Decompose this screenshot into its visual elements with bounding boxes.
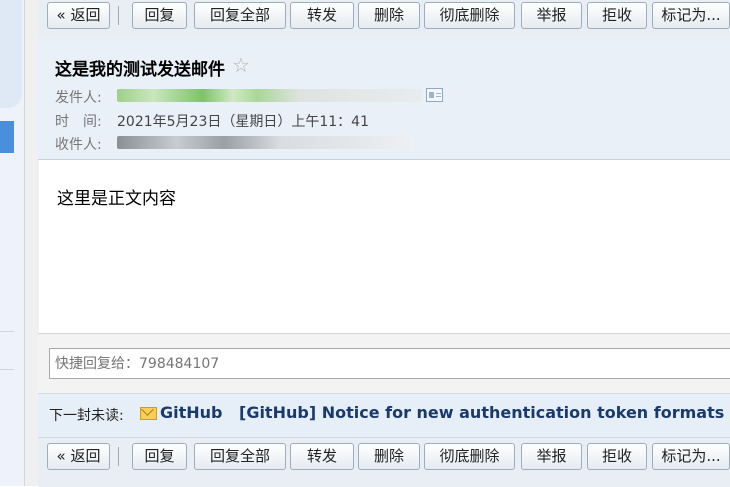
contact-card-icon[interactable] <box>426 88 443 102</box>
next-unread-label: 下一封未读: <box>49 408 124 424</box>
mail-subject: 这是我的测试发送邮件 <box>55 60 225 80</box>
sidebar-active-item[interactable] <box>0 121 14 153</box>
sidebar <box>0 0 24 486</box>
next-unread-bar: 下一封未读: GitHub [GitHub] Notice for new au… <box>38 393 730 438</box>
forward-button[interactable]: 转发 <box>290 2 354 29</box>
toolbar-separator <box>118 447 119 466</box>
reply-all-button[interactable]: 回复全部 <box>194 443 286 470</box>
mark-as-button[interactable]: 标记为... <box>652 443 730 470</box>
delete-button[interactable]: 删除 <box>358 443 420 470</box>
bottom-toolbar: « 返回 回复 回复全部 转发 删除 彻底删除 举报 拒收 标记为... <box>38 437 730 487</box>
back-button[interactable]: « 返回 <box>47 2 110 29</box>
recipient-address[interactable] <box>117 136 414 149</box>
recipient-label: 收件人: <box>55 137 102 153</box>
reply-all-button[interactable]: 回复全部 <box>194 2 286 29</box>
reply-button[interactable]: 回复 <box>132 443 187 470</box>
envelope-icon <box>140 407 157 420</box>
reply-button[interactable]: 回复 <box>132 2 187 29</box>
next-unread-sender[interactable]: GitHub <box>160 403 223 422</box>
report-button[interactable]: 举报 <box>521 2 582 29</box>
sender-address[interactable] <box>117 89 422 102</box>
delete-button[interactable]: 删除 <box>358 2 420 29</box>
delete-permanent-button[interactable]: 彻底删除 <box>424 2 515 29</box>
sidebar-decoration <box>0 0 22 108</box>
quick-reply-area <box>38 333 730 394</box>
mail-header: 这是我的测试发送邮件 ☆ 发件人: 时 间: 2021年5月23日（星期日）上午… <box>38 37 730 160</box>
mail-body: 这里是正文内容 <box>57 189 176 209</box>
next-unread-subject[interactable]: [GitHub] Notice for new authentication t… <box>239 403 724 422</box>
star-icon[interactable]: ☆ <box>232 53 250 77</box>
sidebar-splitter[interactable] <box>24 0 39 486</box>
time-value: 2021年5月23日（星期日）上午11：41 <box>117 114 369 130</box>
top-toolbar: « 返回 回复 回复全部 转发 删除 彻底删除 举报 拒收 标记为... <box>38 0 730 37</box>
reject-button[interactable]: 拒收 <box>587 2 647 29</box>
reject-button[interactable]: 拒收 <box>587 443 647 470</box>
toolbar-separator <box>118 6 119 25</box>
back-button[interactable]: « 返回 <box>47 443 110 470</box>
mail-reader: « 返回 回复 回复全部 转发 删除 彻底删除 举报 拒收 标记为... 这是我… <box>38 0 730 487</box>
delete-permanent-button[interactable]: 彻底删除 <box>424 443 515 470</box>
time-label: 时 间: <box>55 114 102 130</box>
report-button[interactable]: 举报 <box>521 443 582 470</box>
mark-as-button[interactable]: 标记为... <box>652 2 730 29</box>
forward-button[interactable]: 转发 <box>290 443 354 470</box>
sender-label: 发件人: <box>55 90 102 106</box>
quick-reply-input[interactable] <box>49 348 730 379</box>
sidebar-divider <box>0 369 14 370</box>
sidebar-divider <box>0 331 14 332</box>
